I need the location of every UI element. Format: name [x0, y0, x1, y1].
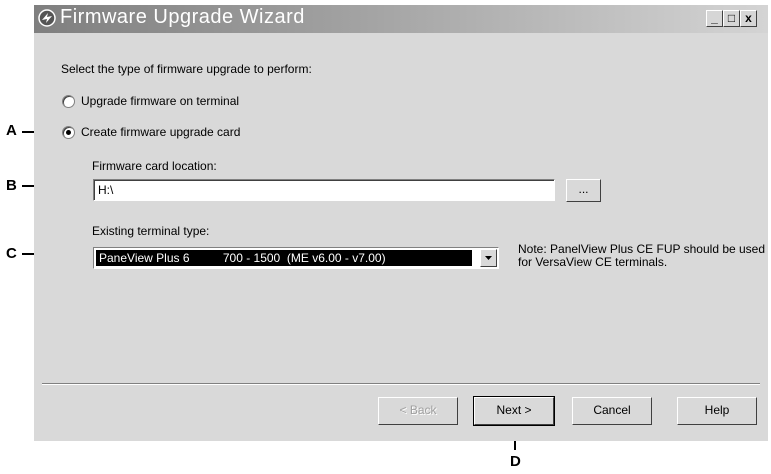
chevron-down-icon — [485, 256, 492, 260]
app-icon — [38, 9, 56, 27]
radio-create-card[interactable] — [62, 126, 75, 139]
help-button[interactable]: Help — [677, 397, 757, 425]
option-upgrade-terminal-label[interactable]: Upgrade firmware on terminal — [81, 94, 239, 108]
callout-c: C — [6, 245, 17, 262]
option-create-card-label[interactable]: Create firmware upgrade card — [81, 125, 240, 139]
radio-selected-dot — [66, 130, 71, 135]
separator — [42, 383, 760, 385]
terminal-type-selected-value: PaneView Plus 6 700 - 1500 (ME v6.00 - v… — [96, 250, 472, 266]
minimize-button[interactable]: _ — [706, 10, 723, 27]
dropdown-button[interactable] — [480, 249, 497, 267]
callout-a: A — [6, 122, 17, 139]
terminal-type-dropdown[interactable]: PaneView Plus 6 700 - 1500 (ME v6.00 - v… — [93, 247, 499, 269]
radio-upgrade-terminal[interactable] — [62, 95, 75, 108]
close-button[interactable]: x — [740, 10, 757, 27]
card-location-input[interactable]: H:\ — [93, 179, 555, 201]
maximize-button[interactable]: □ — [723, 10, 740, 27]
note-text: Note: PanelView Plus CE FUP should be us… — [518, 242, 766, 269]
callout-d: D — [510, 453, 521, 470]
wizard-window: Firmware Upgrade Wizard _ □ x Select the… — [34, 5, 768, 441]
prompt-label: Select the type of firmware upgrade to p… — [61, 62, 312, 76]
terminal-type-label: Existing terminal type: — [92, 224, 210, 238]
cancel-button[interactable]: Cancel — [572, 397, 652, 425]
browse-button[interactable]: ... — [566, 179, 601, 202]
back-button[interactable]: < Back — [378, 397, 458, 425]
next-button[interactable]: Next > — [473, 396, 555, 426]
card-location-label: Firmware card location: — [92, 159, 217, 173]
callout-b: B — [6, 177, 17, 194]
title-bar[interactable]: Firmware Upgrade Wizard _ □ x — [34, 5, 768, 33]
window-title: Firmware Upgrade Wizard — [60, 6, 305, 28]
